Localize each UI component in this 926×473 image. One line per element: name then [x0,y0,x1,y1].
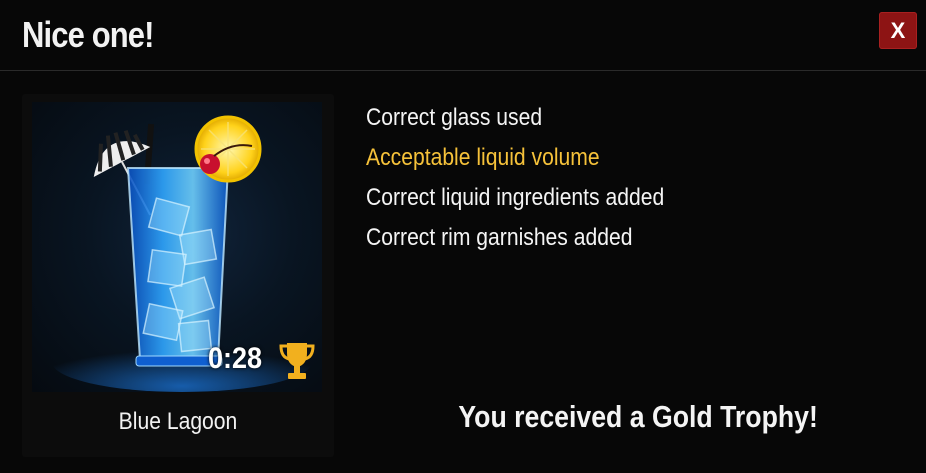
dialog-title: Nice one! [22,14,154,55]
result-glass: Correct glass used [366,104,543,131]
drink-name: Blue Lagoon [118,408,238,435]
award-message: You received a Gold Trophy! [458,399,818,434]
gold-trophy-icon [279,343,315,379]
result-rim-garnishes: Correct rim garnishes added [366,224,633,251]
result-liquid-volume: Acceptable liquid volume [366,144,600,171]
drink-image: 0:28 [32,102,322,392]
completion-time: 0:28 [208,342,263,375]
result-liquid-ingredients: Correct liquid ingredients added [366,184,665,211]
drink-card: 0:28 Blue Lagoon [22,94,334,457]
close-button[interactable]: X [879,12,917,49]
result-dialog: Nice one! X 0:28 Blue Lagoon Correct gla… [0,0,926,473]
dialog-header: Nice one! X [0,0,926,71]
results-list: Correct glass used Acceptable liquid vol… [366,98,705,258]
close-icon: X [890,17,906,43]
